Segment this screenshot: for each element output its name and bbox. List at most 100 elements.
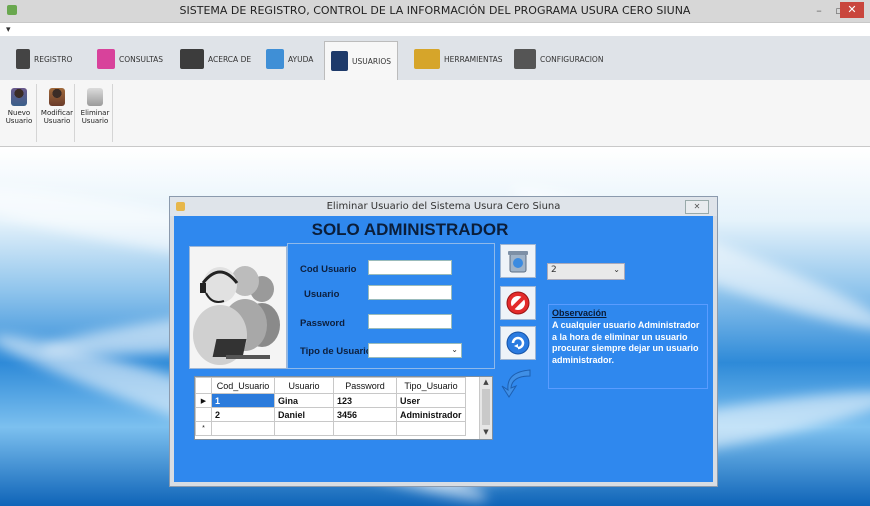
row-indicator [195, 407, 212, 422]
scroll-thumb[interactable] [482, 389, 490, 425]
combo-value: 2 [551, 265, 557, 275]
table-row[interactable]: * [195, 421, 466, 436]
tab-label: CONFIGURACION [540, 54, 604, 64]
button-label: Nuevo [7, 109, 31, 117]
ribbon-tabs: REGISTRO CONSULTAS ACERCA DE AYUDA USUAR… [0, 36, 870, 81]
user-form: Cod Usuario Usuario Password Tipo de Usu… [287, 243, 495, 369]
tab-ayuda[interactable]: AYUDA [266, 44, 313, 74]
chevron-down-icon[interactable]: ⌄ [613, 265, 620, 274]
dialog-close-button[interactable]: ✕ [685, 200, 709, 214]
table-cell[interactable]: Administrador [396, 407, 466, 422]
new-user-icon [11, 88, 27, 106]
row-indicator: ▶ [195, 393, 212, 408]
button-label: Usuario [43, 117, 71, 125]
cancel-button[interactable] [500, 286, 536, 320]
tab-label: REGISTRO [34, 54, 73, 64]
grid-header-row: Cod_Usuario Usuario Password Tipo_Usuari… [195, 377, 466, 394]
password-field[interactable] [368, 314, 452, 329]
column-header[interactable]: Tipo_Usuario [396, 377, 466, 394]
refresh-button[interactable] [500, 326, 536, 360]
tab-acerca-de[interactable]: ACERCA DE [180, 44, 251, 74]
user-id-combo[interactable]: 2 ⌄ [547, 263, 625, 280]
registry-icon [16, 49, 30, 69]
tab-label: HERRAMIENTAS [444, 54, 503, 64]
settings-icon [514, 49, 536, 69]
table-cell[interactable] [211, 421, 275, 436]
quick-access-toolbar[interactable]: ▾ [6, 25, 11, 35]
user-support-image [189, 246, 287, 369]
ribbon-panel: Nuevo Usuario Modificar Usuario Eliminar… [0, 80, 870, 147]
close-button[interactable]: ✕ [840, 2, 864, 18]
computer-icon [180, 49, 204, 69]
users-grid[interactable]: Cod_Usuario Usuario Password Tipo_Usuari… [194, 376, 493, 440]
modify-user-icon [49, 88, 65, 106]
refresh-icon [506, 331, 530, 355]
column-header[interactable]: Cod_Usuario [211, 377, 275, 394]
tools-icon [414, 49, 440, 69]
delete-user-dialog: Eliminar Usuario del Sistema Usura Cero … [169, 196, 718, 487]
delete-user-icon [87, 88, 103, 106]
scroll-up-icon[interactable]: ▲ [480, 378, 492, 388]
tab-label: CONSULTAS [119, 54, 164, 64]
trash-icon [508, 251, 528, 273]
table-cell[interactable]: 3456 [333, 407, 397, 422]
button-label: Usuario [5, 117, 33, 125]
tab-configuracion[interactable]: CONFIGURACION [514, 44, 603, 74]
dialog-title-bar: Eliminar Usuario del Sistema Usura Cero … [170, 197, 717, 216]
column-header[interactable]: Usuario [274, 377, 334, 394]
table-cell[interactable]: 123 [333, 393, 397, 408]
tab-registro[interactable]: REGISTRO [16, 44, 72, 74]
tipo-usuario-label: Tipo de Usuario [300, 346, 372, 357]
table-cell[interactable] [333, 421, 397, 436]
usuario-field[interactable] [368, 285, 452, 300]
table-cell[interactable] [396, 421, 466, 436]
tab-consultas[interactable]: CONSULTAS [97, 44, 163, 74]
cod-usuario-label: Cod Usuario [300, 264, 357, 275]
delete-button[interactable] [500, 244, 536, 278]
button-label: Usuario [81, 117, 109, 125]
button-label: Eliminar [80, 109, 110, 117]
usuario-label: Usuario [304, 289, 340, 300]
tipo-usuario-select[interactable]: ⌄ [368, 343, 462, 358]
table-cell[interactable]: 1 [211, 393, 275, 408]
grid-scrollbar[interactable]: ▲ ▼ [479, 377, 492, 439]
button-label: Modificar [40, 109, 74, 117]
table-cell[interactable]: 2 [211, 407, 275, 422]
tab-herramientas[interactable]: HERRAMIENTAS [414, 44, 503, 74]
delete-user-button[interactable]: Eliminar Usuario [78, 84, 113, 142]
observation-title: Observación [552, 308, 607, 318]
help-icon [266, 49, 284, 69]
new-user-button[interactable]: Nuevo Usuario [2, 84, 37, 142]
observation-text: A cualquier usuario Administrador a la h… [552, 320, 700, 365]
no-entry-icon [506, 291, 530, 315]
row-header-corner [195, 377, 212, 394]
password-label: Password [300, 318, 345, 329]
table-cell[interactable]: User [396, 393, 466, 408]
admin-heading: SOLO ADMINISTRADOR [311, 220, 509, 239]
dialog-client-area: SOLO ADMINISTRADOR Cod Usuario Usuario P… [174, 216, 713, 482]
modify-user-button[interactable]: Modificar Usuario [40, 84, 75, 142]
table-row[interactable]: ▶ 1 Gina 123 User [195, 393, 466, 408]
window-title: SISTEMA DE REGISTRO, CONTROL DE LA INFOR… [179, 4, 691, 17]
back-arrow-icon [501, 369, 531, 398]
minimize-button[interactable]: – [808, 0, 830, 22]
table-cell[interactable] [274, 421, 334, 436]
table-cell[interactable]: Gina [274, 393, 334, 408]
tab-label: AYUDA [288, 54, 314, 64]
consult-icon [97, 49, 115, 69]
column-header[interactable]: Password [333, 377, 397, 394]
observation-box: Observación A cualquier usuario Administ… [548, 304, 708, 389]
new-row-indicator: * [195, 421, 212, 436]
users-icon [331, 51, 349, 71]
tab-label: ACERCA DE [208, 54, 252, 64]
table-cell[interactable]: Daniel [274, 407, 334, 422]
cod-usuario-field[interactable] [368, 260, 452, 275]
tab-usuarios[interactable]: USUARIOS [324, 41, 398, 80]
chevron-down-icon: ⌄ [451, 345, 458, 354]
tab-label: USUARIOS [352, 56, 391, 66]
table-row[interactable]: 2 Daniel 3456 Administrador [195, 407, 466, 422]
dialog-icon [176, 202, 185, 211]
scroll-down-icon[interactable]: ▼ [480, 428, 492, 438]
dialog-title: Eliminar Usuario del Sistema Usura Cero … [326, 201, 561, 212]
back-button[interactable] [500, 366, 534, 398]
